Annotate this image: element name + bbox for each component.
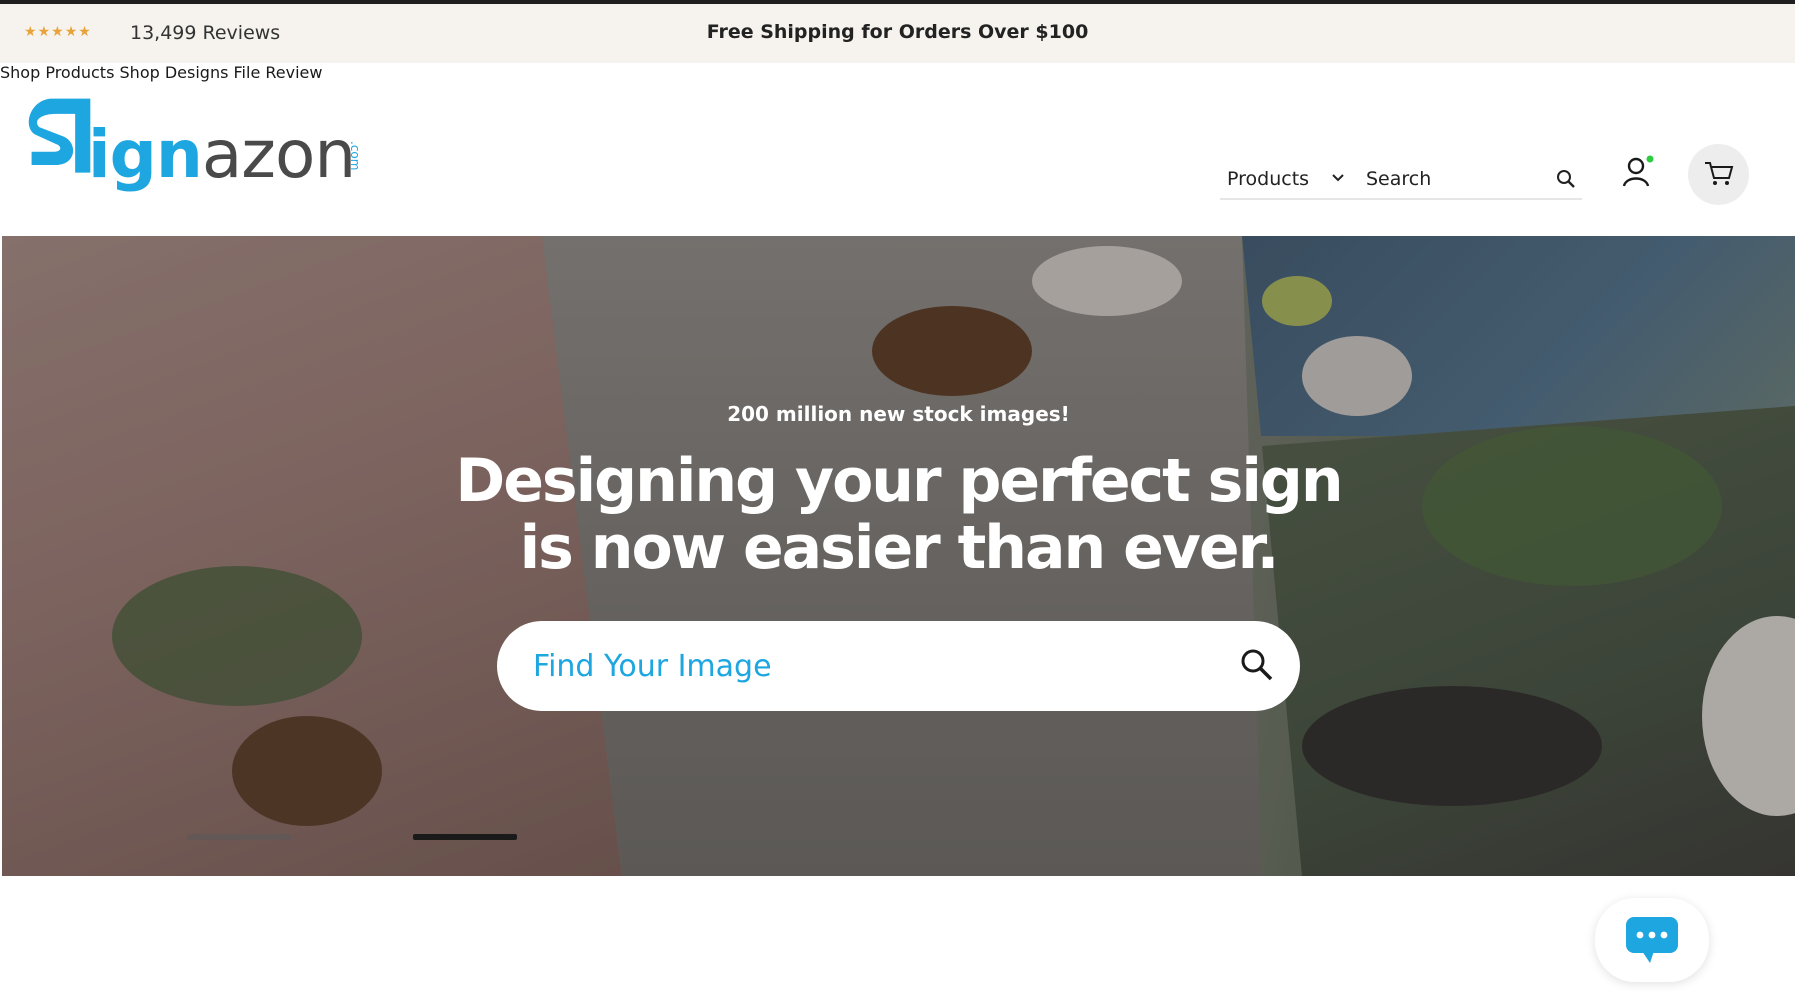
main-nav: Shop Products Shop Designs File Review (0, 63, 1795, 82)
search-category-select[interactable]: Products (1227, 168, 1309, 190)
chat-bubble-icon (1626, 917, 1678, 963)
hero-title-line-2: is now easier than ever. (519, 513, 1280, 583)
cart-icon (1705, 162, 1734, 185)
cart-button[interactable] (1688, 144, 1749, 205)
user-icon[interactable] (1622, 155, 1654, 189)
search-input[interactable] (1366, 164, 1546, 194)
image-search-input[interactable] (533, 641, 1173, 691)
site-header: ignazon .com Shop Products Shop Designs … (0, 63, 1795, 236)
carousel-dot-1[interactable] (187, 834, 291, 840)
logo-suffix: .com (348, 141, 362, 171)
hero-title: Designing your perfect sign is now easie… (2, 448, 1795, 582)
announcement-bar: ★ ★ ★ ★ ★ 13,499 Reviews Free Shipping for O… (0, 4, 1795, 63)
search-icon[interactable] (1240, 648, 1274, 682)
nav-file-review[interactable]: File Review (234, 63, 323, 82)
chevron-down-icon[interactable] (1330, 170, 1346, 186)
hero-banner: 200 million new stock images! Designing … (2, 236, 1795, 876)
nav-shop-products[interactable]: Shop Products (0, 63, 114, 82)
carousel-dot-2[interactable] (413, 834, 517, 840)
signazon-logo[interactable]: ignazon .com (26, 93, 362, 208)
hero-title-line-1: Designing your perfect sign (455, 446, 1343, 516)
chat-button[interactable] (1595, 898, 1709, 982)
search-icon[interactable] (1556, 169, 1576, 189)
logo-wordmark: ignazon (88, 116, 356, 193)
image-search-box (497, 621, 1300, 711)
logo-s-mark (27, 93, 93, 183)
header-search: Products (1220, 160, 1582, 200)
hero-kicker: 200 million new stock images! (727, 402, 1070, 426)
nav-shop-designs[interactable]: Shop Designs (120, 63, 229, 82)
shipping-message: Free Shipping for Orders Over $100 (706, 21, 1089, 43)
